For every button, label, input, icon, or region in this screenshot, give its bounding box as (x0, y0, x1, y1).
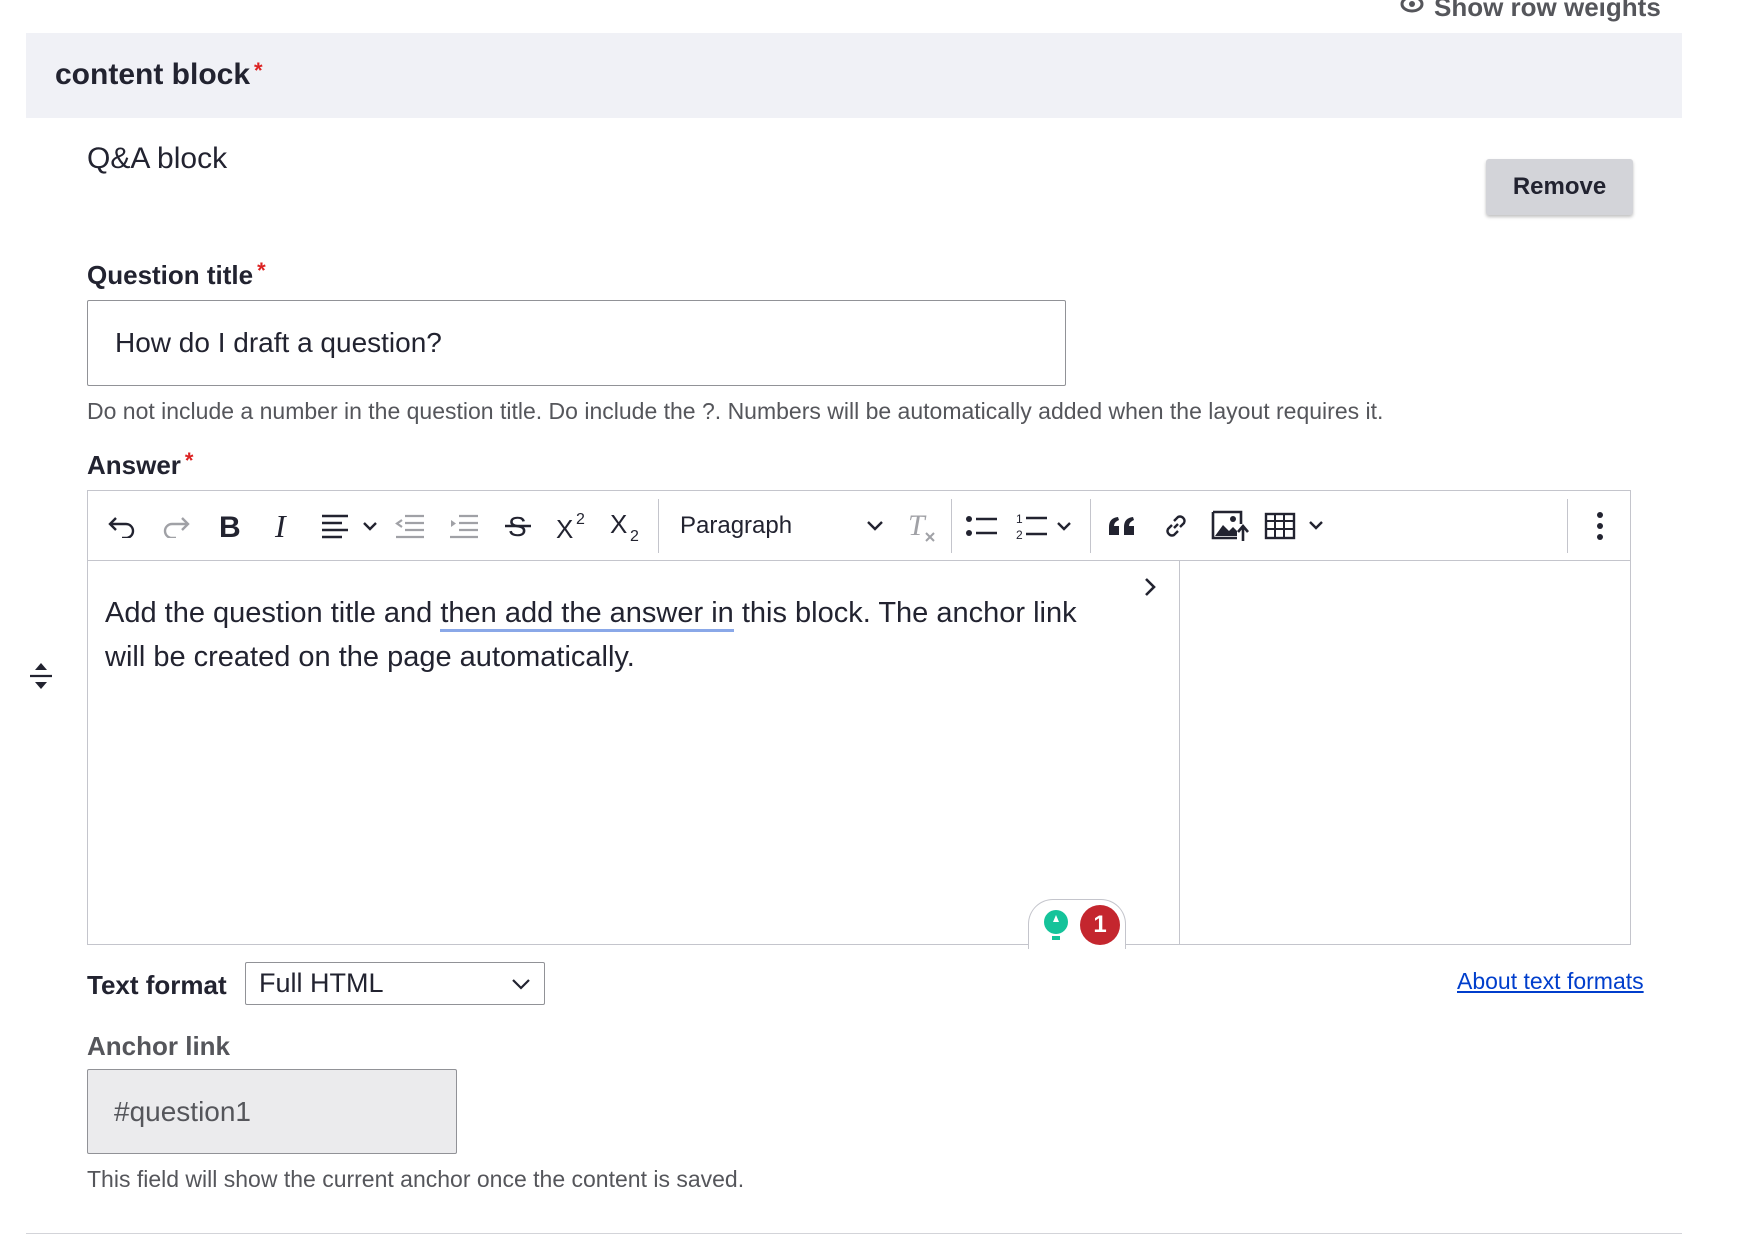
subscript-icon[interactable]: X2 (604, 491, 648, 561)
lightbulb-icon (1041, 908, 1071, 949)
text-format-value: Full HTML (259, 968, 384, 998)
answer-label: Answer * (87, 448, 194, 481)
chevron-down-icon (867, 521, 883, 531)
toolbar-separator (951, 499, 952, 553)
remove-button[interactable]: Remove (1486, 159, 1633, 215)
outdent-icon[interactable] (388, 491, 432, 561)
blockquote-icon[interactable] (1100, 491, 1144, 561)
indent-icon[interactable] (442, 491, 486, 561)
required-marker: * (184, 448, 194, 473)
bold-icon[interactable]: B (208, 491, 252, 561)
resize-handle-icon[interactable] (28, 662, 54, 695)
svg-text:I: I (274, 512, 287, 540)
redo-icon[interactable] (154, 491, 198, 561)
numbered-list-dropdown[interactable]: 12 (1014, 491, 1080, 561)
question-title-label-text: Question title (87, 260, 254, 290)
section-header (26, 33, 1682, 118)
align-dropdown[interactable] (316, 491, 386, 561)
strikethrough-icon[interactable]: S (496, 491, 540, 561)
svg-text:T: T (908, 510, 927, 542)
answer-editor: B I S X2 X2 Paragraph T 1 2 Add the ques… (87, 490, 1631, 949)
editor-toolbar: B I S X2 X2 Paragraph T 1 2 (88, 491, 1630, 561)
italic-icon[interactable]: I (262, 491, 306, 561)
chevron-down-icon (512, 978, 530, 990)
align-icon (322, 514, 377, 539)
svg-text:2: 2 (1016, 528, 1023, 540)
chevron-right-icon[interactable] (1138, 575, 1162, 599)
eye-icon (1400, 0, 1424, 23)
editor-content-area[interactable]: Add the question title and then add the … (88, 561, 1180, 949)
text-format-select[interactable]: Full HTML (245, 962, 545, 1005)
answer-label-text: Answer (87, 450, 181, 480)
numbered-list-icon: 12 (1016, 512, 1071, 540)
question-title-help: Do not include a number in the question … (87, 398, 1384, 424)
more-options-icon[interactable] (1578, 491, 1622, 561)
svg-text:X: X (556, 514, 573, 541)
toolbar-separator (1090, 499, 1091, 553)
section-title-text: content block (55, 58, 251, 91)
anchor-link-help: This field will show the current anchor … (87, 1166, 745, 1192)
grammarly-widget[interactable]: 1 (1028, 899, 1126, 949)
insert-table-dropdown[interactable] (1262, 491, 1332, 561)
show-row-weights-button[interactable]: Show row weights (1400, 0, 1661, 23)
undo-icon[interactable] (100, 491, 144, 561)
insert-table-icon (1264, 512, 1323, 540)
grammarly-count-badge: 1 (1080, 905, 1120, 945)
question-title-input[interactable] (87, 300, 1066, 386)
svg-text:X: X (610, 510, 627, 539)
about-text-formats-link[interactable]: About text formats (1457, 968, 1644, 995)
paragraph-style-dropdown[interactable]: Paragraph (670, 491, 896, 561)
toolbar-separator (658, 499, 659, 553)
show-row-weights-label: Show row weights (1434, 0, 1661, 22)
bulleted-list-icon[interactable] (960, 491, 1004, 561)
insert-image-icon[interactable] (1208, 491, 1252, 561)
question-title-label: Question title * (87, 258, 266, 291)
superscript-icon[interactable]: X2 (550, 491, 594, 561)
paragraph-style-value: Paragraph (680, 512, 793, 539)
toolbar-separator (1567, 499, 1568, 553)
answer-text-underlined: then add the answer in (440, 597, 734, 632)
answer-text-part: Add the question title and (105, 597, 441, 629)
svg-text:2: 2 (630, 528, 639, 542)
anchor-link-label: Anchor link (87, 1031, 231, 1061)
block-type-label: Q&A block (87, 142, 228, 175)
svg-text:2: 2 (576, 511, 585, 528)
remove-format-icon[interactable]: T (900, 491, 944, 561)
answer-content[interactable]: Add the question title and then add the … (105, 591, 1115, 679)
svg-text:B: B (219, 512, 241, 540)
required-marker: * (254, 58, 263, 83)
text-format-label: Text format (87, 970, 227, 1000)
svg-text:1: 1 (1016, 512, 1023, 526)
section-title: content block * (55, 58, 263, 92)
required-marker: * (257, 258, 266, 283)
divider (26, 1233, 1682, 1234)
anchor-link-input[interactable] (87, 1069, 457, 1154)
link-icon[interactable] (1154, 491, 1198, 561)
